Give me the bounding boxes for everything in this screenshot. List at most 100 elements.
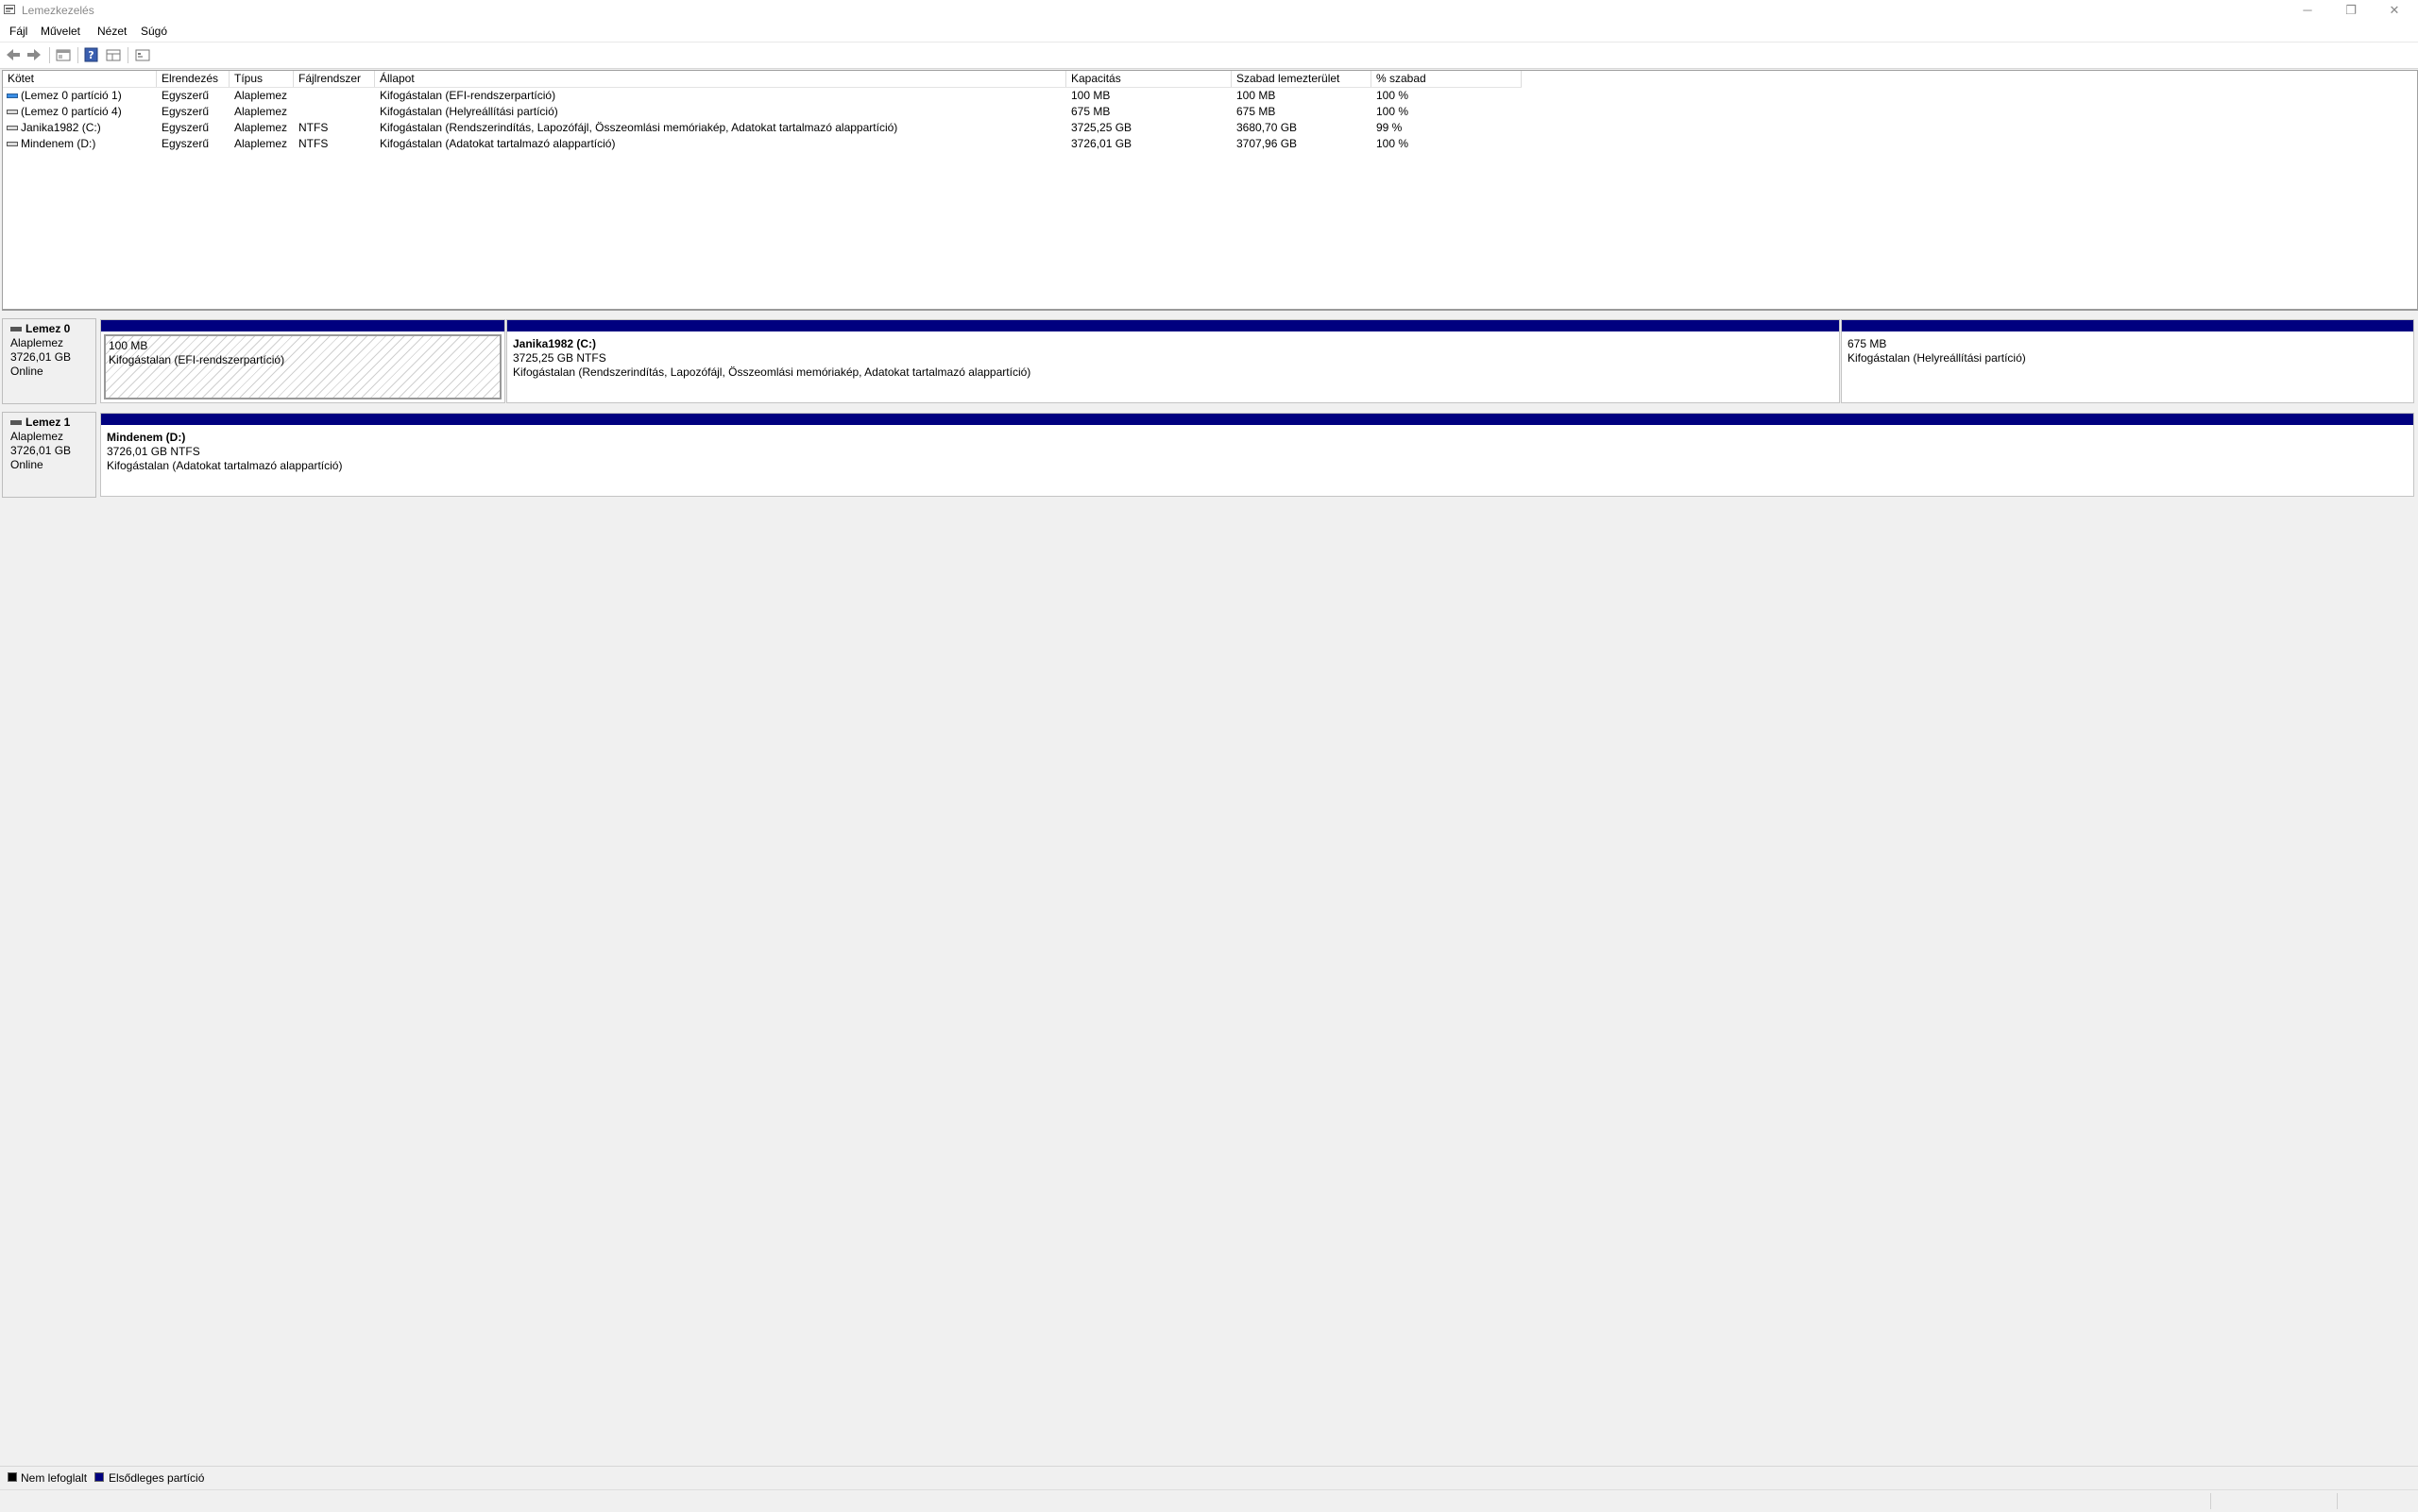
volume-type: Alaplemez (234, 121, 288, 134)
volume-row[interactable]: (Lemez 0 partíció 4) Egyszerű Alaplemez … (3, 104, 1522, 120)
svg-text:?: ? (88, 49, 94, 61)
column-header-status[interactable]: Állapot (375, 71, 1066, 87)
volume-name: (Lemez 0 partíció 4) (21, 105, 122, 118)
partition-type-bar (507, 320, 1839, 331)
legend-unallocated: Nem lefoglalt (21, 1471, 88, 1485)
disk-0-header[interactable]: Lemez 0 Alaplemez 3726,01 GB Online (2, 318, 96, 404)
column-header-free-space[interactable]: Szabad lemezterület (1232, 71, 1371, 87)
view-toggle-icon[interactable] (104, 46, 123, 63)
partition-type-bar (101, 414, 2413, 425)
disk-status: Online (10, 458, 43, 471)
partition-body: Mindenem (D:) 3726,01 GB NTFS Kifogástal… (104, 428, 2410, 493)
partition-c[interactable]: Janika1982 (C:) 3725,25 GB NTFS Kifogást… (506, 319, 1840, 403)
volume-filesystem: NTFS (298, 121, 329, 134)
restore-button[interactable]: ❐ (2329, 0, 2373, 21)
partition-status: Kifogástalan (Rendszerindítás, Lapozófáj… (513, 365, 1031, 379)
window-title: Lemezkezelés (22, 4, 94, 17)
volume-percent-free: 100 % (1376, 89, 1409, 102)
volume-icon (7, 93, 18, 98)
partition-status: Kifogástalan (Helyreállítási partíció) (1848, 351, 2026, 365)
volume-type: Alaplemez (234, 105, 288, 118)
volume-name: (Lemez 0 partíció 1) (21, 89, 122, 102)
legend-swatch-unallocated (8, 1472, 17, 1482)
volume-name: Janika1982 (C:) (21, 121, 101, 134)
column-header-layout[interactable]: Elrendezés (157, 71, 230, 87)
volume-name: Mindenem (D:) (21, 137, 96, 150)
partition-d[interactable]: Mindenem (D:) 3726,01 GB NTFS Kifogástal… (100, 413, 2414, 497)
volume-type: Alaplemez (234, 89, 288, 102)
help-icon[interactable]: ? (82, 46, 101, 63)
volume-list-header: Kötet Elrendezés Típus Fájlrendszer Álla… (3, 71, 1522, 88)
disk-type: Alaplemez (10, 430, 64, 443)
partition-type-bar (101, 320, 504, 331)
minimize-button[interactable]: ─ (2286, 0, 2329, 21)
toolbar-separator (77, 47, 78, 63)
legend-swatch-primary (94, 1472, 104, 1482)
disk-management-app-icon (4, 5, 15, 14)
partition-size: 675 MB (1848, 337, 1887, 350)
disk-size: 3726,01 GB (10, 444, 72, 457)
disk-type: Alaplemez (10, 336, 64, 349)
partition-body: 100 MB Kifogástalan (EFI-rendszerpartíci… (104, 334, 502, 399)
volume-free-space: 3680,70 GB (1236, 121, 1298, 134)
column-header-capacity[interactable]: Kapacitás (1066, 71, 1232, 87)
volume-status: Kifogástalan (EFI-rendszerpartíció) (380, 89, 556, 102)
disk-name: Lemez 1 (26, 416, 71, 429)
volume-free-space: 3707,96 GB (1236, 137, 1298, 150)
partition-size: 3725,25 GB NTFS (513, 351, 606, 365)
menu-file[interactable]: Fájl (9, 25, 27, 38)
column-header-filesystem[interactable]: Fájlrendszer (294, 71, 375, 87)
volume-layout: Egyszerű (162, 89, 210, 102)
volume-capacity: 3725,25 GB (1071, 121, 1132, 134)
partition-type-bar (1842, 320, 2413, 331)
volume-row[interactable]: Janika1982 (C:) Egyszerű Alaplemez NTFS … (3, 120, 1522, 136)
volume-capacity: 100 MB (1071, 89, 1111, 102)
partition-status: Kifogástalan (Adatokat tartalmazó alappa… (107, 459, 343, 472)
volume-layout: Egyszerű (162, 137, 210, 150)
volume-row[interactable]: Mindenem (D:) Egyszerű Alaplemez NTFS Ki… (3, 136, 1522, 152)
disk-icon (10, 420, 22, 426)
partition-body: Janika1982 (C:) 3725,25 GB NTFS Kifogást… (510, 334, 1836, 399)
disk-1-header[interactable]: Lemez 1 Alaplemez 3726,01 GB Online (2, 412, 96, 498)
volume-percent-free: 99 % (1376, 121, 1403, 134)
disk-size: 3726,01 GB (10, 350, 72, 364)
column-header-volume[interactable]: Kötet (3, 71, 157, 87)
legend-primary-partition: Elsődleges partíció (109, 1471, 205, 1485)
volume-status: Kifogástalan (Adatokat tartalmazó alappa… (380, 137, 616, 150)
volume-free-space: 675 MB (1236, 105, 1276, 118)
partition-efi[interactable]: 100 MB Kifogástalan (EFI-rendszerpartíci… (100, 319, 505, 403)
volume-percent-free: 100 % (1376, 137, 1409, 150)
volume-status: Kifogástalan (Helyreállítási partíció) (380, 105, 558, 118)
volume-capacity: 675 MB (1071, 105, 1111, 118)
partition-size: 100 MB (109, 339, 148, 352)
disk-status: Online (10, 365, 43, 378)
menu-help[interactable]: Súgó (141, 25, 167, 38)
volume-layout: Egyszerű (162, 105, 210, 118)
legend: Nem lefoglalt Elsődleges partíció (0, 1466, 2418, 1489)
partition-recovery[interactable]: 675 MB Kifogástalan (Helyreállítási part… (1841, 319, 2414, 403)
partition-body: 675 MB Kifogástalan (Helyreállítási part… (1845, 334, 2410, 399)
volume-list[interactable]: Kötet Elrendezés Típus Fájlrendszer Álla… (2, 70, 2418, 311)
volume-status: Kifogástalan (Rendszerindítás, Lapozófáj… (380, 121, 898, 134)
menu-action[interactable]: Művelet (41, 25, 80, 38)
partition-title: Janika1982 (C:) (513, 337, 597, 350)
console-tree-icon[interactable] (133, 46, 152, 63)
volume-row[interactable]: (Lemez 0 partíció 1) Egyszerű Alaplemez … (3, 88, 1522, 104)
forward-arrow-icon[interactable] (25, 46, 43, 63)
column-header-type[interactable]: Típus (230, 71, 294, 87)
volume-capacity: 3726,01 GB (1071, 137, 1132, 150)
close-button[interactable]: ✕ (2373, 0, 2416, 21)
status-bar-separator (2210, 1493, 2211, 1509)
volume-icon (7, 142, 18, 146)
menu-view[interactable]: Nézet (97, 25, 127, 38)
column-header-percent-free[interactable]: % szabad (1371, 71, 1522, 87)
partition-status: Kifogástalan (EFI-rendszerpartíció) (109, 353, 285, 366)
toolbar-separator (49, 47, 50, 63)
volume-free-space: 100 MB (1236, 89, 1276, 102)
properties-icon[interactable] (54, 46, 73, 63)
volume-icon (7, 126, 18, 130)
volume-percent-free: 100 % (1376, 105, 1409, 118)
back-arrow-icon[interactable] (4, 46, 23, 63)
volume-type: Alaplemez (234, 137, 288, 150)
title-bar: Lemezkezelés ─ ❐ ✕ (0, 0, 2418, 21)
